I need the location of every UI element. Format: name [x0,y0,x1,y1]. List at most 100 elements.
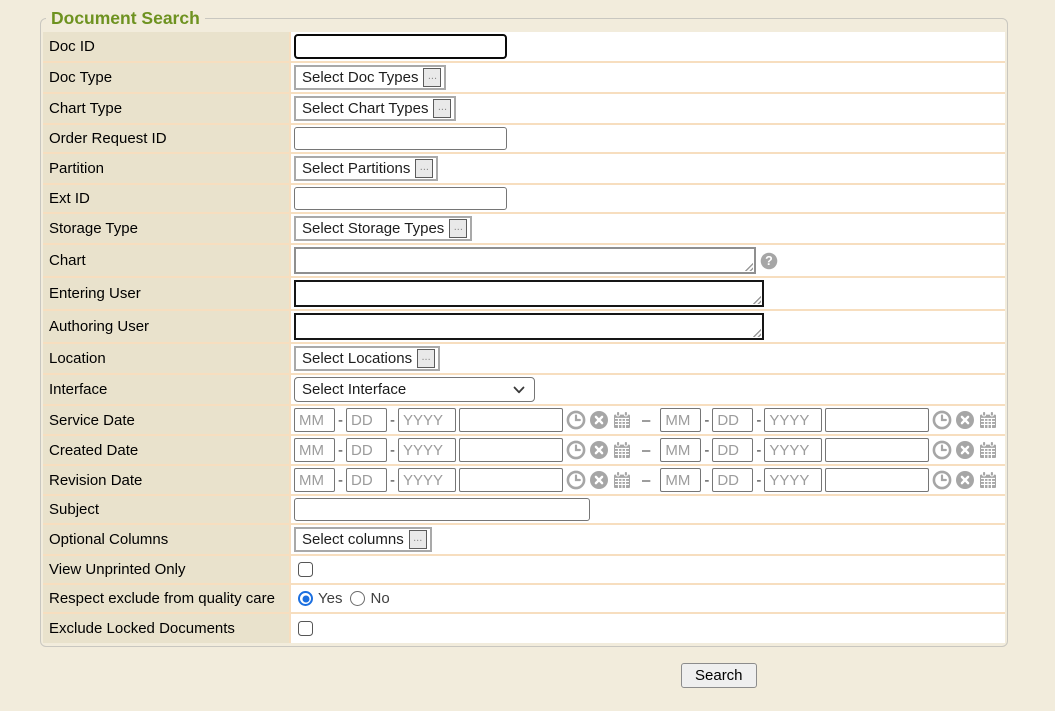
partition-label: Partition [43,154,291,183]
calendar-icon[interactable] [978,410,998,430]
date-separator: - [704,442,709,459]
revision-date-to-year-input[interactable] [764,468,822,492]
service-date-from-group: - - [294,408,632,432]
exclude-locked-documents-checkbox[interactable] [298,621,313,636]
respect-exclude-quality-care-label: Respect exclude from quality care [43,585,291,612]
service-date-to-month-input[interactable] [660,408,701,432]
service-date-from-day-input[interactable] [346,408,387,432]
calendar-icon[interactable] [978,440,998,460]
partition-selector[interactable]: Select Partitions ... [294,156,438,181]
optional-columns-selector[interactable]: Select columns ... [294,527,432,552]
created-date-to-time-input[interactable] [825,438,929,462]
resize-grip-icon[interactable] [752,295,761,304]
revision-date-from-time-input[interactable] [459,468,563,492]
doc-type-selector[interactable]: Select Doc Types ... [294,65,446,90]
date-separator: - [338,412,343,429]
service-date-to-day-input[interactable] [712,408,753,432]
storage-type-browse-button[interactable]: ... [449,219,467,238]
view-unprinted-only-checkbox[interactable] [298,562,313,577]
help-icon[interactable]: ? [760,252,778,270]
authoring-user-textarea[interactable] [294,313,764,340]
clock-icon[interactable] [932,410,952,430]
created-date-from-year-input[interactable] [398,438,456,462]
storage-type-selector[interactable]: Select Storage Types ... [294,216,472,241]
clock-icon[interactable] [566,440,586,460]
calendar-icon[interactable] [612,410,632,430]
search-button[interactable]: Search [681,663,757,688]
location-browse-button[interactable]: ... [417,349,435,368]
clear-icon[interactable] [955,440,975,460]
row-doc-id: Doc ID [43,32,1005,63]
clock-icon[interactable] [566,470,586,490]
revision-date-to-month-input[interactable] [660,468,701,492]
row-respect-exclude-quality-care: Respect exclude from quality care Yes No [43,585,1005,614]
optional-columns-browse-button[interactable]: ... [409,530,427,549]
respect-exclude-no-radio[interactable] [350,591,365,606]
order-request-id-input[interactable] [294,127,507,150]
created-date-label: Created Date [43,436,291,464]
chevron-down-icon [513,386,525,394]
date-separator: - [390,412,395,429]
chart-textarea[interactable] [294,247,756,274]
order-request-id-label: Order Request ID [43,125,291,152]
revision-date-from-year-input[interactable] [398,468,456,492]
row-optional-columns: Optional Columns Select columns ... [43,525,1005,556]
created-date-from-time-input[interactable] [459,438,563,462]
service-date-to-group: - - [660,408,998,432]
doc-type-browse-button[interactable]: ... [423,68,441,87]
created-date-to-year-input[interactable] [764,438,822,462]
date-separator: - [756,412,761,429]
row-created-date: Created Date - - – [43,436,1005,466]
revision-date-from-day-input[interactable] [346,468,387,492]
svg-text:?: ? [765,254,773,268]
clear-icon[interactable] [589,470,609,490]
doc-id-input[interactable] [294,34,507,59]
ext-id-label: Ext ID [43,185,291,212]
chart-type-selector[interactable]: Select Chart Types ... [294,96,456,121]
ext-id-input[interactable] [294,187,507,210]
revision-date-label: Revision Date [43,466,291,494]
calendar-icon[interactable] [978,470,998,490]
doc-type-selector-text: Select Doc Types [302,69,418,86]
revision-date-from-month-input[interactable] [294,468,335,492]
created-date-from-day-input[interactable] [346,438,387,462]
chart-type-browse-button[interactable]: ... [433,99,451,118]
service-date-from-time-input[interactable] [459,408,563,432]
clock-icon[interactable] [932,470,952,490]
row-ext-id: Ext ID [43,185,1005,214]
revision-date-to-group: - - [660,468,998,492]
location-selector[interactable]: Select Locations ... [294,346,440,371]
calendar-icon[interactable] [612,440,632,460]
date-separator: - [704,472,709,489]
revision-date-to-day-input[interactable] [712,468,753,492]
row-chart-type: Chart Type Select Chart Types ... [43,94,1005,125]
subject-label: Subject [43,496,291,523]
calendar-icon[interactable] [612,470,632,490]
form-title: Document Search [46,8,205,29]
resize-grip-icon[interactable] [744,262,753,271]
storage-type-label: Storage Type [43,214,291,243]
clear-icon[interactable] [955,410,975,430]
partition-browse-button[interactable]: ... [415,159,433,178]
created-date-from-month-input[interactable] [294,438,335,462]
date-separator: - [338,442,343,459]
subject-input[interactable] [294,498,590,521]
clear-icon[interactable] [589,440,609,460]
row-service-date: Service Date - - – [43,406,1005,436]
date-range-dash: – [642,412,650,429]
clear-icon[interactable] [589,410,609,430]
created-date-to-month-input[interactable] [660,438,701,462]
clock-icon[interactable] [566,410,586,430]
clock-icon[interactable] [932,440,952,460]
service-date-to-year-input[interactable] [764,408,822,432]
interface-select[interactable]: Select Interface [294,377,535,402]
created-date-to-day-input[interactable] [712,438,753,462]
clear-icon[interactable] [955,470,975,490]
service-date-from-month-input[interactable] [294,408,335,432]
entering-user-textarea[interactable] [294,280,764,307]
revision-date-to-time-input[interactable] [825,468,929,492]
respect-exclude-yes-radio[interactable] [298,591,313,606]
service-date-from-year-input[interactable] [398,408,456,432]
service-date-to-time-input[interactable] [825,408,929,432]
resize-grip-icon[interactable] [752,328,761,337]
